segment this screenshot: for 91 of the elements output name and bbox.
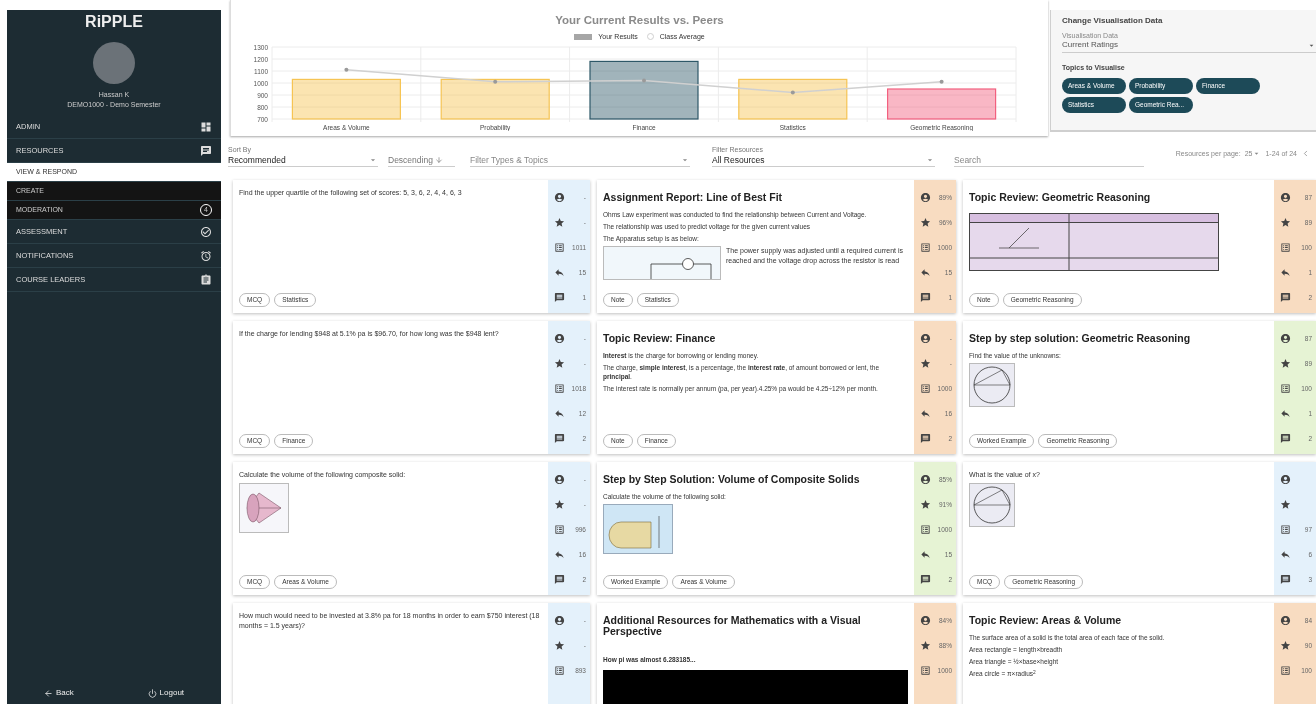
star-icon — [554, 640, 565, 651]
comment-icon — [554, 574, 565, 585]
types-select[interactable]: Filter Types & Topics — [470, 154, 690, 167]
list-icon — [554, 524, 565, 535]
power-icon — [147, 688, 157, 698]
reply-icon — [554, 549, 565, 560]
list-icon — [554, 383, 565, 394]
comment-icon — [920, 292, 931, 303]
reply-icon — [554, 267, 565, 278]
card-title: Topic Review: Finance — [603, 333, 717, 344]
comment-icon — [554, 292, 565, 303]
user-icon — [1280, 615, 1291, 626]
card-title: Topic Review: Areas & Volume — [969, 615, 1123, 626]
comment-icon — [920, 433, 931, 444]
star-icon — [554, 358, 565, 369]
comment-icon — [1280, 574, 1291, 585]
back-button[interactable]: Back — [43, 687, 74, 699]
search-field[interactable]: Search — [954, 154, 1144, 167]
reply-icon — [1280, 267, 1291, 278]
user-icon — [554, 615, 565, 626]
list-icon — [920, 383, 931, 394]
data-point — [492, 79, 497, 84]
reply-icon — [1280, 408, 1291, 419]
card-title: Additional Resources for Mathematics with a Visual Perspective — [603, 615, 862, 637]
star-icon — [1280, 217, 1291, 228]
comment-icon — [920, 574, 931, 585]
resource-card[interactable] — [963, 603, 1316, 704]
arrow-left-icon — [43, 688, 53, 698]
star-icon — [920, 217, 931, 228]
star-icon — [1280, 499, 1291, 510]
list-icon — [1280, 665, 1291, 676]
star-icon — [920, 640, 931, 651]
star-icon — [1280, 640, 1291, 651]
chat-icon — [200, 144, 212, 157]
list-icon — [1280, 524, 1291, 535]
reply-icon — [920, 267, 931, 278]
star-icon — [920, 358, 931, 369]
star-icon — [554, 217, 565, 228]
alarm-clock-icon — [200, 249, 212, 262]
avatar — [93, 42, 135, 84]
data-point — [939, 79, 944, 84]
reply-icon — [920, 408, 931, 419]
circle-geometry-drawing — [969, 483, 1015, 527]
user-icon — [920, 192, 931, 203]
comment-icon — [1280, 292, 1291, 303]
legend-swatch — [574, 33, 593, 40]
reply-icon — [554, 408, 565, 419]
resource-card[interactable] — [597, 180, 956, 313]
list-icon — [554, 242, 565, 253]
comment-icon — [554, 433, 565, 444]
circle-geometry-drawing — [969, 363, 1015, 407]
cone-solid-drawing — [239, 483, 289, 533]
sort-order-button[interactable]: Descending — [388, 154, 455, 167]
composite-solid-drawing — [603, 504, 673, 554]
chart-title: Your Current Results vs. Peers — [555, 13, 724, 27]
list-icon — [554, 665, 565, 676]
clipboard-icon — [200, 273, 212, 286]
arrow-down-icon — [434, 156, 443, 164]
user-icon — [554, 474, 565, 485]
user-icon — [1280, 333, 1291, 344]
user-icon — [1280, 192, 1291, 203]
card-title: Topic Review: Geometric Reasoning — [969, 192, 1152, 203]
user-icon — [920, 474, 931, 485]
star-icon — [920, 499, 931, 510]
list-icon — [920, 665, 931, 676]
reply-icon — [1280, 549, 1291, 560]
previous-page-icon[interactable] — [1301, 149, 1310, 159]
comment-icon — [1280, 433, 1291, 444]
data-point — [343, 67, 348, 72]
resource-card[interactable] — [597, 321, 956, 454]
user-icon — [554, 333, 565, 344]
data-point — [790, 90, 795, 95]
star-icon — [1280, 358, 1291, 369]
card-title: Assignment Report: Line of Best Fit — [603, 192, 784, 203]
user-icon — [1280, 474, 1291, 485]
logout-button[interactable]: Logout — [147, 687, 185, 699]
card-title: Step by Step Solution: Volume of Composite Solids — [603, 474, 861, 485]
list-icon — [1280, 383, 1291, 394]
list-icon — [920, 524, 931, 535]
reply-icon — [920, 549, 931, 560]
user-icon — [920, 333, 931, 344]
app-logo: RiPPLE — [85, 12, 143, 32]
user-icon — [554, 192, 565, 203]
user-icon — [920, 615, 931, 626]
dashboard-icon — [200, 120, 212, 133]
list-icon — [1280, 242, 1291, 253]
list-icon — [920, 242, 931, 253]
panel-title: Change Visualisation Data — [1062, 16, 1164, 26]
data-point — [641, 78, 646, 83]
card-title: Step by step solution: Geometric Reasoning — [969, 333, 1192, 344]
star-icon — [554, 499, 565, 510]
